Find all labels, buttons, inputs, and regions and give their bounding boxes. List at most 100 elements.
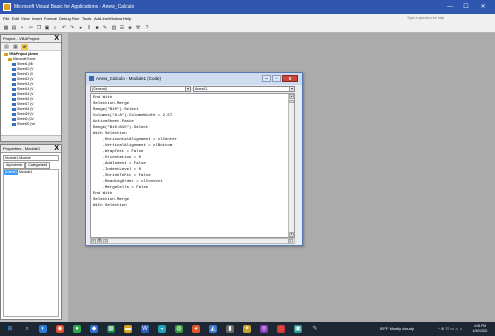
menu-file[interactable]: File	[3, 15, 9, 22]
taskbar-app-icon[interactable]: ◌	[277, 325, 285, 333]
project-explorer-icon[interactable]: ▥	[111, 25, 117, 31]
save-icon[interactable]: ▪	[19, 25, 25, 31]
tab-categorized[interactable]: Categorized	[25, 162, 51, 169]
paste-icon[interactable]: ▣	[44, 25, 50, 31]
procedure-combo[interactable]: Anew11 ▼	[193, 86, 295, 92]
taskbar-app-icon[interactable]: ◆	[90, 325, 98, 333]
code-minimize-button[interactable]: –	[262, 75, 271, 82]
cut-icon[interactable]: ✂	[28, 25, 34, 31]
project-icon	[4, 52, 8, 56]
word-taskbar-icon[interactable]: W	[141, 325, 149, 333]
taskbar-app-icon[interactable]: ●	[73, 325, 81, 333]
tree-node-sheet[interactable]: Sheet20 (Ve	[12, 122, 35, 127]
chevron-down-icon[interactable]: ▼	[185, 87, 190, 91]
menu-insert[interactable]: Insert	[32, 15, 42, 22]
start-icon[interactable]: ⊞	[6, 325, 14, 333]
taskbar-app-icon[interactable]: ◐	[39, 325, 47, 333]
code-horizontal-scrollbar[interactable]: ≡ ≣ ◂ ▸	[90, 238, 295, 244]
excel-icon[interactable]: ▦	[3, 25, 9, 31]
object-combo-value: (General)	[92, 87, 107, 91]
scroll-up-icon[interactable]: ▲	[289, 94, 294, 99]
properties-panel-close[interactable]: X	[54, 145, 59, 153]
run-icon[interactable]: ▸	[78, 25, 84, 31]
system-tray[interactable]: ^ ⊕ ☷ ▭ ♫ ☼	[438, 325, 463, 333]
menu-debug[interactable]: Debug	[59, 15, 71, 22]
taskbar-app-icon[interactable]: ✎	[311, 325, 319, 333]
excel-taskbar-icon[interactable]: ▦	[107, 325, 115, 333]
object-selector[interactable]: Module1 Module	[3, 155, 59, 161]
menu-run[interactable]: Run	[72, 15, 79, 22]
break-icon[interactable]: ‖	[86, 25, 92, 31]
folder-icon	[8, 57, 12, 61]
module-view-icon[interactable]: ≣	[97, 239, 102, 244]
minimize-button[interactable]: —	[444, 2, 456, 12]
project-horizontal-scrollbar[interactable]	[1, 135, 61, 141]
menu-view[interactable]: View	[21, 15, 30, 22]
code-editor[interactable]: End With Selection.Merge Range("B10").Se…	[90, 93, 295, 238]
window-title-bar: Microsoft Visual Basic for Applications …	[0, 0, 495, 14]
properties-panel-title: Properties - Module1	[3, 146, 41, 151]
taskbar-app-icon[interactable]: ◒	[158, 325, 166, 333]
code-window-icon	[89, 76, 94, 81]
object-combo[interactable]: (General) ▼	[90, 86, 191, 92]
toolbox-icon[interactable]: ⚒	[135, 25, 141, 31]
procedure-view-icon[interactable]: ≡	[91, 239, 96, 244]
taskbar-app-icon[interactable]: ◍	[175, 325, 183, 333]
menu-window[interactable]: Window	[108, 15, 122, 22]
menu-format[interactable]: Format	[44, 15, 57, 22]
copy-icon[interactable]: ❐	[36, 25, 42, 31]
maximize-button[interactable]: ☐	[460, 2, 472, 12]
file-explorer-icon[interactable]: ▬	[124, 325, 132, 333]
help-search-box[interactable]: Type a question for help	[407, 15, 489, 22]
toggle-folders-icon[interactable]: ▰	[21, 44, 28, 50]
taskbar-app-icon[interactable]: ◕	[192, 325, 200, 333]
chevron-down-icon[interactable]: ▼	[289, 87, 294, 91]
properties-tabs: Alphabetic Categorized	[3, 162, 51, 169]
clock[interactable]: 4:06 PM 4/30/2022	[469, 324, 491, 334]
redo-icon[interactable]: ↷	[69, 25, 75, 31]
property-value[interactable]: Module1	[19, 170, 32, 175]
scroll-left-icon[interactable]: ◂	[103, 239, 108, 244]
menu-help[interactable]: Help	[123, 15, 131, 22]
design-mode-icon[interactable]: ✎	[102, 25, 108, 31]
taskbar-app-icon[interactable]: ◎	[260, 325, 268, 333]
insert-module-icon[interactable]: ▤	[11, 25, 17, 31]
menu-tools[interactable]: Tools	[82, 15, 91, 22]
search-icon[interactable]: ⌕	[23, 325, 31, 333]
sheet-icon	[12, 67, 16, 71]
taskbar-app-icon[interactable]: ◭	[209, 325, 217, 333]
scroll-right-icon[interactable]: ▸	[288, 239, 293, 244]
code-close-button[interactable]: x	[282, 75, 298, 82]
sheet-icon	[12, 87, 16, 91]
help-icon[interactable]: ?	[144, 25, 150, 31]
properties-panel: Properties - Module1 X Module1 Module Al…	[0, 144, 62, 320]
taskbar-app-icon[interactable]: ▮	[226, 325, 234, 333]
close-button[interactable]: ✕	[477, 2, 489, 12]
project-panel-close[interactable]: X	[54, 35, 59, 43]
project-panel-title: Project - VBAProject	[3, 36, 40, 41]
properties-icon[interactable]: ☰	[119, 25, 125, 31]
taskbar-app-icon[interactable]: ▣	[294, 325, 302, 333]
undo-icon[interactable]: ↶	[61, 25, 67, 31]
scroll-thumb[interactable]	[289, 100, 294, 103]
scroll-down-icon[interactable]: ▼	[289, 232, 294, 237]
sheet-icon	[12, 82, 16, 86]
view-code-icon[interactable]: ▤	[3, 44, 10, 50]
view-object-icon[interactable]: ▦	[12, 44, 19, 50]
reset-icon[interactable]: ■	[94, 25, 100, 31]
taskbar-app-icon[interactable]: ✦	[243, 325, 251, 333]
tab-alphabetic[interactable]: Alphabetic	[3, 162, 26, 169]
code-maximize-button[interactable]: ▫	[272, 75, 281, 82]
code-vertical-scrollbar[interactable]: ▲ ▼	[288, 94, 294, 237]
sheet-icon	[12, 92, 16, 96]
weather-widget[interactable]: 59°F Mostly cloudy	[380, 325, 414, 333]
object-browser-icon[interactable]: ◈	[127, 25, 133, 31]
sheet-icon	[12, 72, 16, 76]
properties-panel-header: Properties - Module1 X	[1, 145, 61, 153]
menu-add-ins[interactable]: Add-Ins	[94, 15, 108, 22]
property-row-name[interactable]: (Name) Module1	[4, 170, 58, 175]
menu-edit[interactable]: Edit	[12, 15, 19, 22]
taskbar-app-icon[interactable]: ◉	[56, 325, 64, 333]
find-icon[interactable]: ⌕	[52, 25, 58, 31]
sheet-icon	[12, 77, 16, 81]
